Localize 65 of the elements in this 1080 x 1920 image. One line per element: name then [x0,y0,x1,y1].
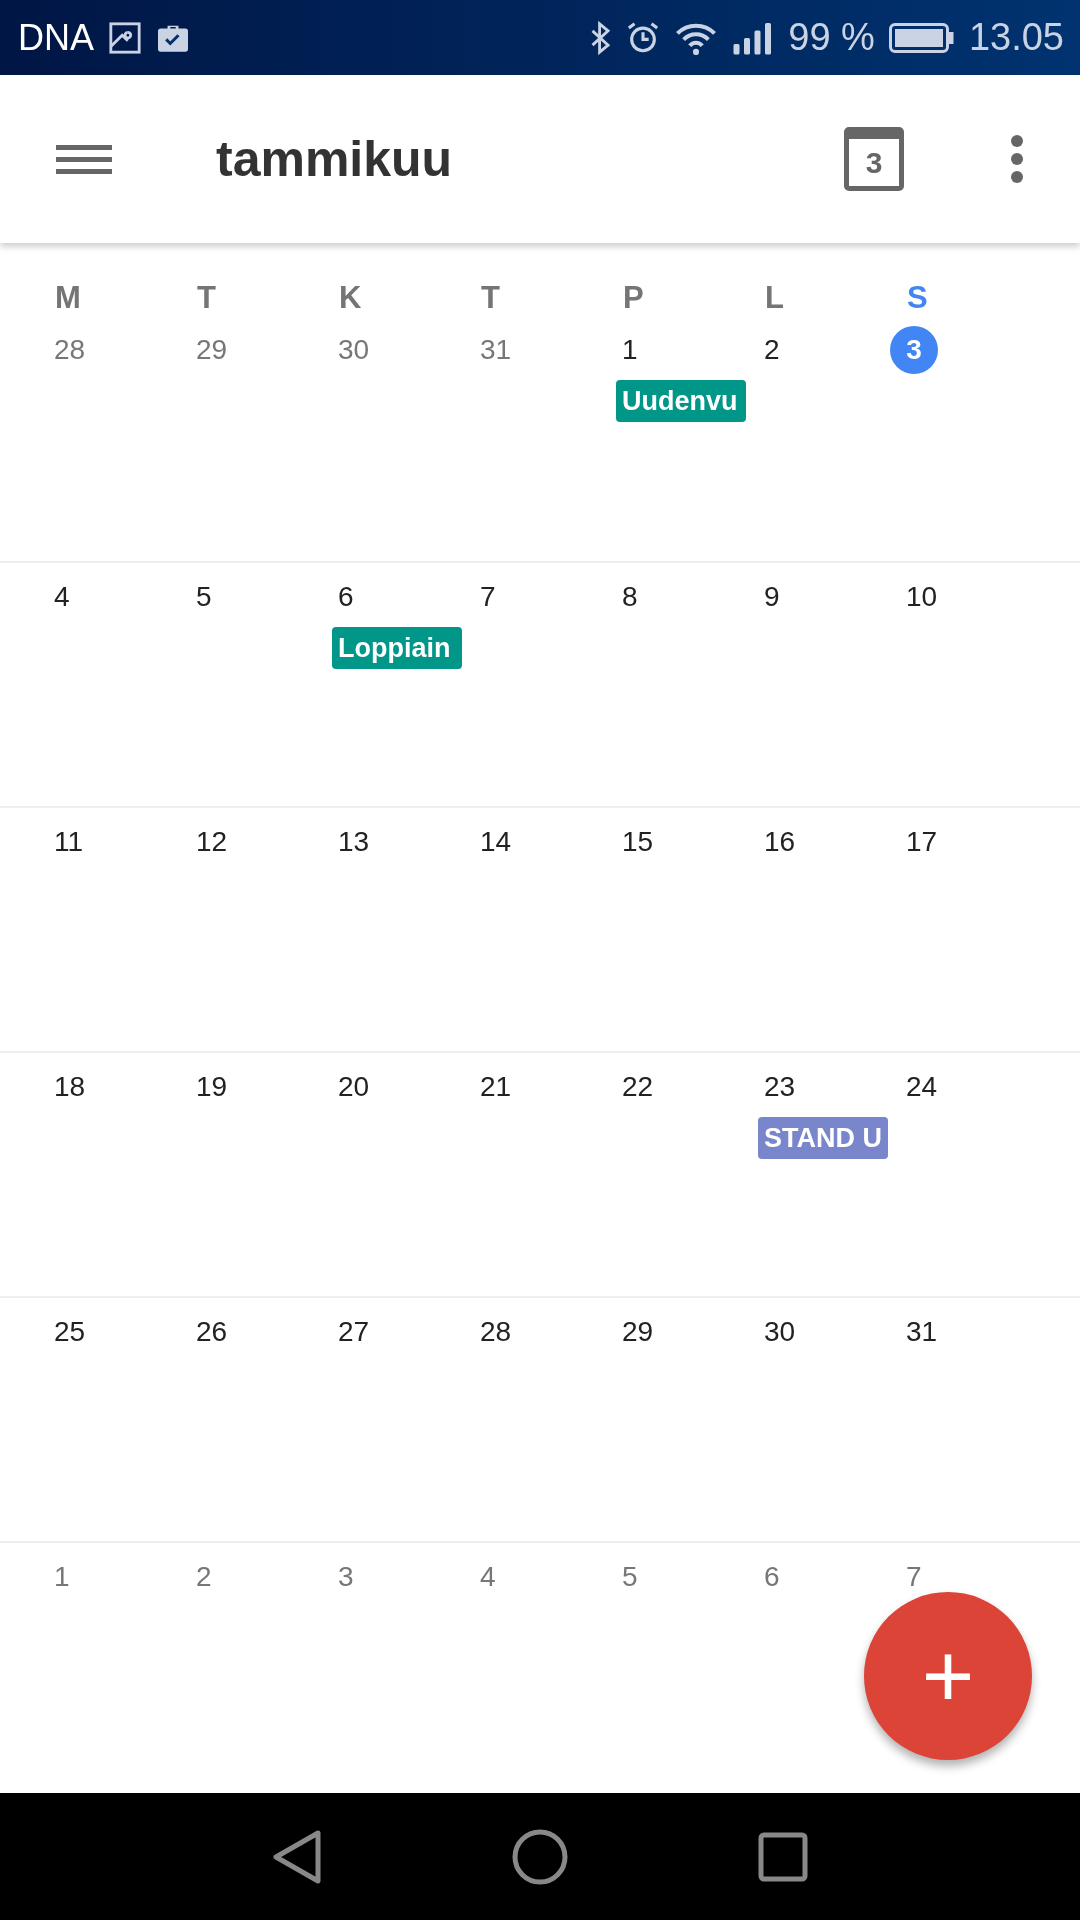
day-number[interactable]: 23 [758,1072,796,1102]
weekday-label: L [765,280,785,316]
day-number[interactable]: 11 [48,827,84,857]
day-number[interactable]: 31 [900,1317,938,1347]
day-number[interactable]: 8 [616,582,638,612]
day-number[interactable]: 26 [190,1317,228,1347]
day-number[interactable]: 13 [332,827,370,857]
day-number[interactable]: 16 [758,827,796,857]
day-number[interactable]: 20 [332,1072,370,1102]
event-chip[interactable]: Loppiain [332,627,462,669]
event-chip[interactable]: Uudenvu [616,380,746,422]
alarm-icon [626,20,661,55]
day-number[interactable]: 28 [48,335,86,365]
back-icon[interactable] [272,1828,322,1885]
day-number[interactable]: 10 [900,582,938,612]
weekday-label: T [197,280,217,316]
day-number[interactable]: 9 [758,582,780,612]
day-number[interactable]: 28 [474,1317,512,1347]
day-number[interactable]: 17 [900,827,938,857]
day-number[interactable]: 19 [190,1072,228,1102]
day-number[interactable]: 1 [48,1562,70,1592]
day-number[interactable]: 5 [190,582,212,612]
day-number[interactable]: 29 [190,335,228,365]
day-number[interactable]: 31 [474,335,512,365]
day-number[interactable]: 18 [48,1072,86,1102]
add-event-button[interactable]: + [864,1592,1032,1760]
image-icon [108,20,142,55]
day-number[interactable]: 2 [758,335,780,365]
day-number[interactable]: 3 [890,326,938,374]
recents-icon[interactable] [758,1831,808,1882]
day-number[interactable]: 29 [616,1317,654,1347]
weekday-label: K [339,280,363,316]
day-number[interactable]: 6 [332,582,354,612]
day-number[interactable]: 5 [616,1562,638,1592]
day-number[interactable]: 25 [48,1317,86,1347]
bluetooth-icon [590,20,613,55]
day-number[interactable]: 12 [190,827,228,857]
day-number[interactable]: 3 [332,1562,354,1592]
day-number[interactable]: 22 [616,1072,654,1102]
day-number[interactable]: 4 [474,1562,496,1592]
day-number[interactable]: 4 [48,582,70,612]
clock: 13.05 [968,16,1064,59]
day-number[interactable]: 14 [474,827,512,857]
weekday-label: P [623,280,645,316]
battery-percentage: 99 % [788,16,875,59]
weekday-label: T [481,280,501,316]
day-number[interactable]: 30 [332,335,370,365]
day-number[interactable]: 15 [616,827,654,857]
carrier-name: DNA [18,16,94,59]
day-number[interactable]: 30 [758,1317,796,1347]
home-icon[interactable] [512,1828,568,1885]
more-options-icon[interactable] [1010,134,1024,184]
day-number[interactable]: 24 [900,1072,938,1102]
day-number[interactable]: 21 [474,1072,512,1102]
day-number[interactable]: 2 [190,1562,212,1592]
weekday-label: S [907,280,929,316]
weekday-label: M [55,280,82,316]
battery-icon [888,22,955,53]
day-number[interactable]: 7 [474,582,496,612]
day-number[interactable]: 7 [900,1562,922,1592]
day-number[interactable]: 27 [332,1317,370,1347]
today-button[interactable]: 3 [844,127,904,191]
month-title: tammikuu [216,130,453,188]
day-number[interactable]: 6 [758,1562,780,1592]
day-number[interactable]: 1 [616,335,638,365]
